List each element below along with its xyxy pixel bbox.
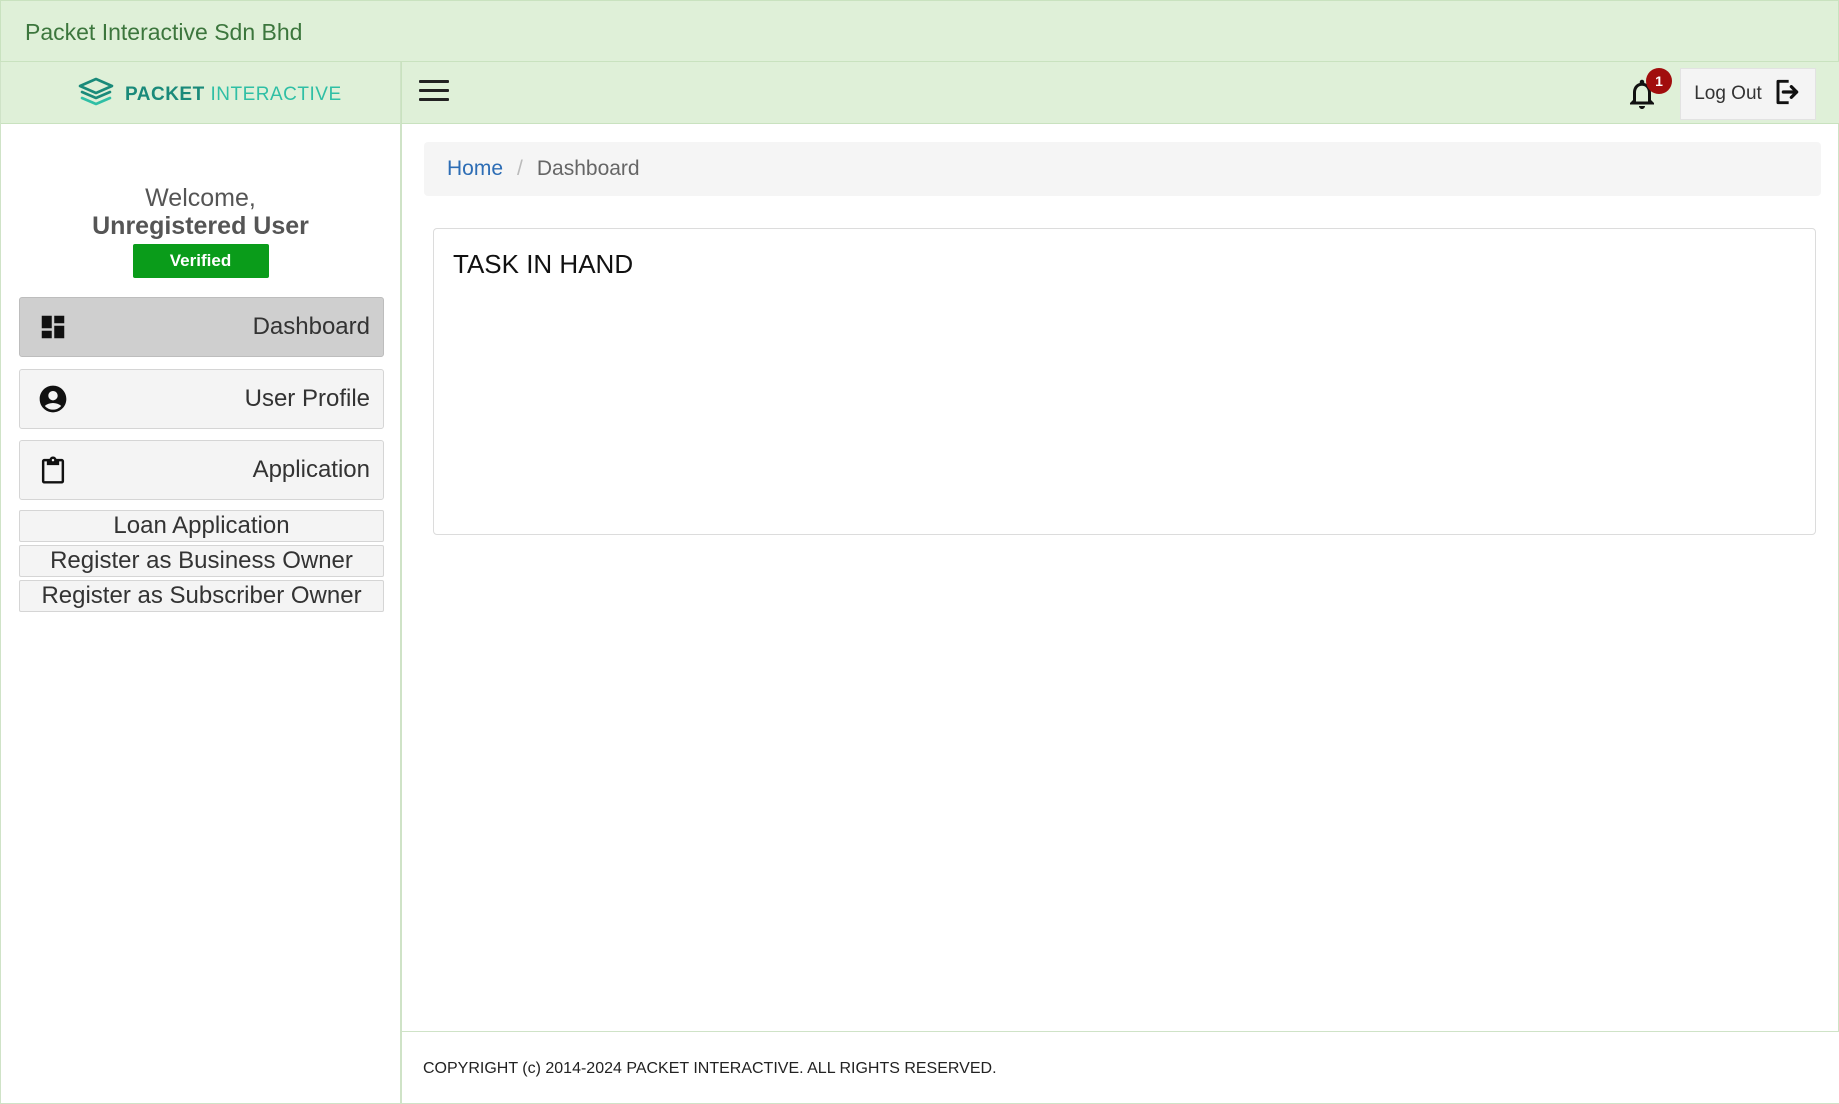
- sidebar: PACKET INTERACTIVE Welcome, Unregistered…: [0, 62, 401, 1104]
- user-name: Unregistered User: [92, 212, 309, 240]
- welcome-block: Welcome, Unregistered User Verified: [1, 184, 400, 278]
- company-name: Packet Interactive Sdn Bhd: [25, 19, 303, 45]
- footer: COPYRIGHT (c) 2014-2024 PACKET INTERACTI…: [401, 1032, 1839, 1104]
- sidebar-item-application[interactable]: Application: [19, 440, 384, 500]
- menu-toggle-icon[interactable]: [419, 80, 449, 106]
- sidebar-item-user-profile[interactable]: User Profile: [19, 369, 384, 429]
- brand-bar: PACKET INTERACTIVE: [1, 62, 400, 124]
- top-navbar: 1 Log Out: [401, 62, 1839, 124]
- breadcrumb-current: Dashboard: [536, 157, 640, 180]
- task-in-hand-panel: TASK IN HAND: [433, 228, 1816, 535]
- notification-count-badge: 1: [1646, 68, 1672, 94]
- verified-badge: Verified: [132, 244, 269, 278]
- dashboard-icon: [36, 310, 70, 344]
- brand-name-part2: INTERACTIVE: [210, 83, 342, 105]
- sidebar-subitem-register-business-owner[interactable]: Register as Business Owner: [19, 545, 384, 577]
- breadcrumb: Home / Dashboard: [424, 142, 1821, 196]
- main-content: Home / Dashboard TASK IN HAND: [401, 124, 1839, 1032]
- brand-logo[interactable]: PACKET INTERACTIVE: [77, 77, 342, 112]
- app-header: Packet Interactive Sdn Bhd: [0, 0, 1839, 62]
- logout-icon: [1770, 76, 1802, 113]
- sidebar-item-dashboard[interactable]: Dashboard: [19, 297, 384, 357]
- sidebar-item-label: Application: [252, 456, 370, 483]
- sidebar-subitem-loan-application[interactable]: Loan Application: [19, 510, 384, 542]
- brand-name: PACKET INTERACTIVE: [125, 84, 342, 106]
- breadcrumb-separator: /: [517, 157, 523, 180]
- sidebar-subitem-register-subscriber-owner[interactable]: Register as Subscriber Owner: [19, 580, 384, 612]
- sidebar-item-label: Dashboard: [252, 313, 370, 340]
- sidebar-item-label: User Profile: [244, 385, 370, 412]
- panel-title: TASK IN HAND: [453, 249, 634, 279]
- account-circle-icon: [36, 382, 70, 416]
- clipboard-icon: [36, 453, 70, 487]
- logout-button[interactable]: Log Out: [1680, 68, 1816, 120]
- breadcrumb-home-link[interactable]: Home: [447, 157, 503, 181]
- logout-label: Log Out: [1694, 83, 1762, 104]
- brand-name-part1: PACKET: [125, 83, 205, 105]
- layers-logo-icon: [77, 77, 115, 112]
- copyright-text: COPYRIGHT (c) 2014-2024 PACKET INTERACTI…: [423, 1060, 997, 1077]
- welcome-text: Welcome,: [145, 184, 256, 212]
